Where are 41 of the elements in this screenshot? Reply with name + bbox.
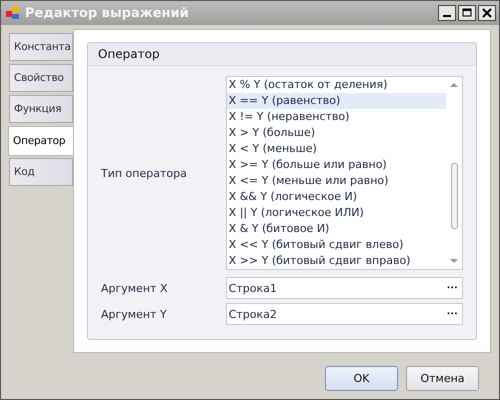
- group-title: Оператор: [88, 43, 476, 66]
- list-item[interactable]: X & Y (битовое И): [226, 221, 446, 237]
- scroll-down-icon[interactable]: [450, 259, 458, 264]
- field-label: Тип оператора: [101, 166, 188, 180]
- list-item[interactable]: X || Y (логическое ИЛИ): [226, 205, 446, 221]
- dialog-button[interactable]: OK: [325, 366, 398, 391]
- field-label: Аргумент Y: [101, 308, 168, 320]
- app-icon: [5, 5, 21, 21]
- list-item[interactable]: X && Y (логическое И): [226, 189, 446, 205]
- list-item[interactable]: X >= Y (больше или равно): [226, 157, 446, 173]
- close-button[interactable]: [478, 5, 496, 21]
- list-item[interactable]: X < Y (меньше): [226, 141, 446, 157]
- list-item[interactable]: X % Y (остаток от деления): [226, 77, 446, 93]
- operator-list[interactable]: [226, 76, 463, 270]
- minimize-button[interactable]: [438, 5, 456, 21]
- list-item[interactable]: X <= Y (меньше или равно): [226, 173, 446, 189]
- tab[interactable]: Функция: [9, 95, 73, 123]
- scroll-thumb[interactable]: [451, 163, 458, 229]
- tab[interactable]: Свойство: [9, 64, 73, 92]
- tab[interactable]: Оператор: [8, 126, 74, 156]
- field-value: Строка1: [228, 282, 278, 294]
- field-label: Аргумент X: [101, 282, 168, 294]
- dialog-button[interactable]: Отмена: [406, 366, 479, 391]
- argument-field[interactable]: Строка1 ···: [226, 277, 463, 299]
- tab[interactable]: Константа: [9, 33, 73, 61]
- browse-button[interactable]: ···: [443, 308, 462, 320]
- list-item[interactable]: X >> Y (битовый сдвиг вправо): [226, 253, 446, 269]
- window-title: Редактор выражений: [25, 6, 190, 20]
- browse-button[interactable]: ···: [443, 282, 462, 294]
- minimize-icon: [443, 15, 451, 17]
- list-item[interactable]: X == Y (равенство): [226, 93, 446, 109]
- list-item[interactable]: X != Y (неравенство): [226, 109, 446, 125]
- scroll-up-icon[interactable]: [450, 82, 458, 87]
- list-item[interactable]: X > Y (больше): [226, 125, 446, 141]
- maximize-button[interactable]: [458, 5, 476, 21]
- field-value: Строка2: [228, 308, 278, 320]
- list-item[interactable]: X << Y (битовый сдвиг влево): [226, 237, 446, 253]
- close-icon: [482, 8, 492, 18]
- argument-field[interactable]: Строка2 ···: [226, 303, 463, 325]
- tab[interactable]: Код: [9, 158, 73, 186]
- maximize-icon: [462, 8, 472, 18]
